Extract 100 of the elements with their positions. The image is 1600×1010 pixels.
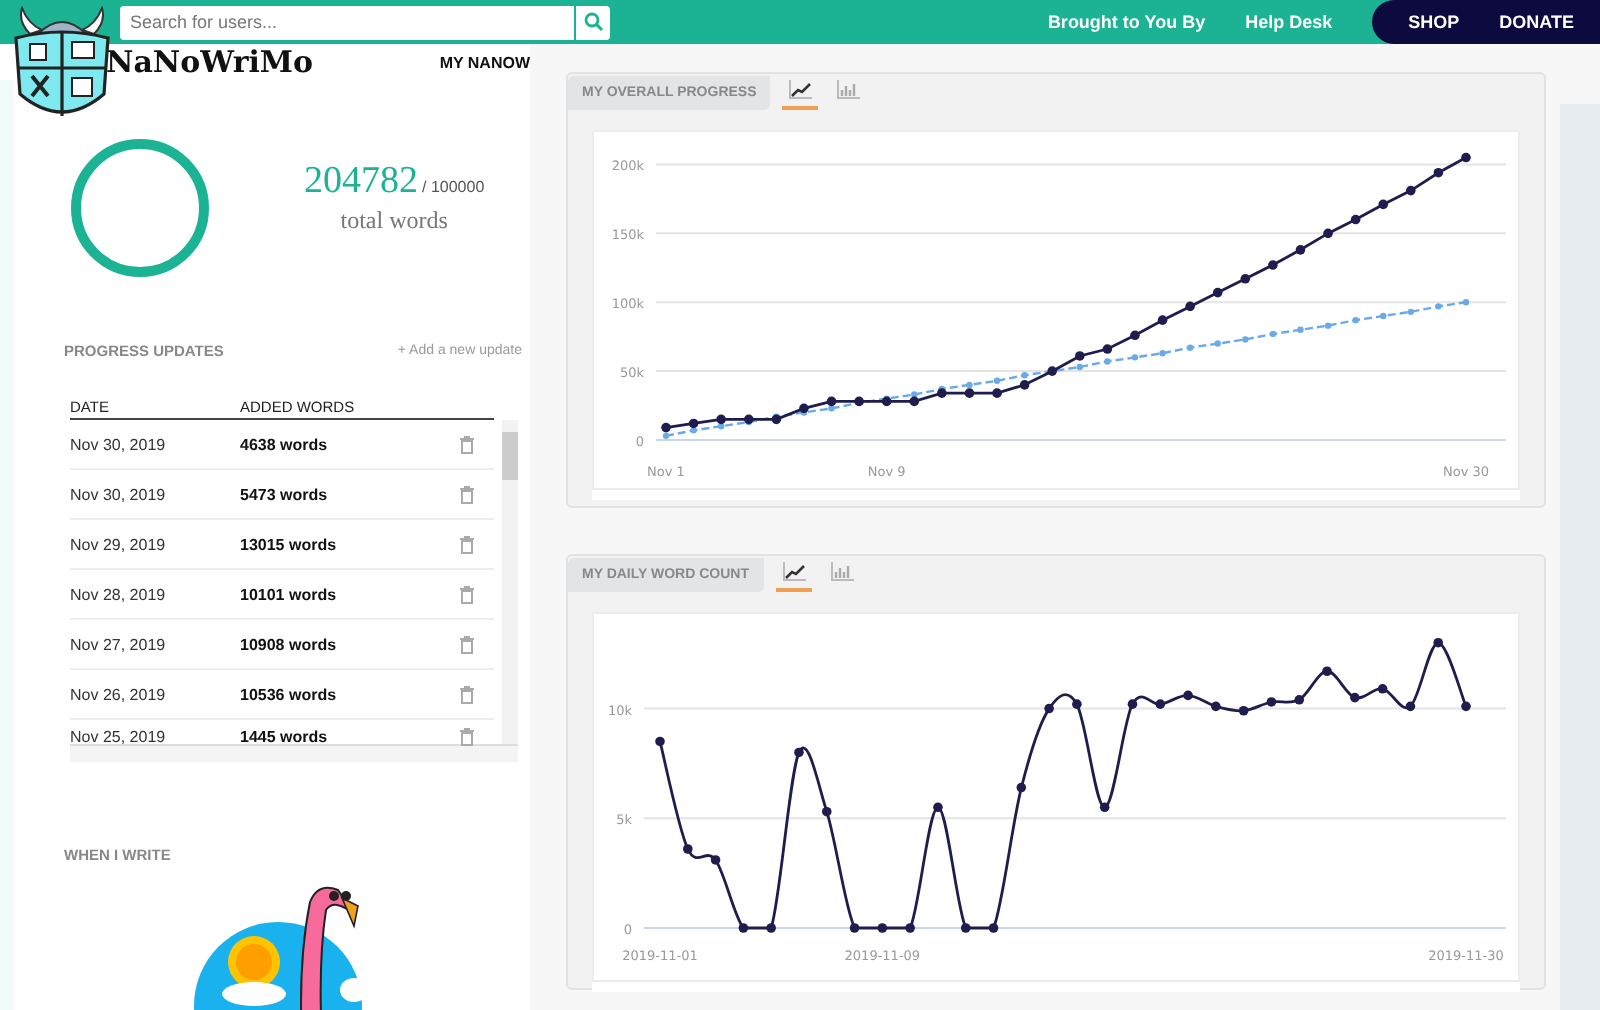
table-cell-text: 10536 words <box>240 685 339 703</box>
point <box>911 391 918 398</box>
point <box>849 923 860 933</box>
point <box>905 923 915 933</box>
point <box>1350 692 1360 703</box>
point <box>1214 340 1221 347</box>
point <box>1377 684 1388 694</box>
point <box>1104 358 1111 365</box>
point <box>821 806 832 817</box>
point <box>1266 697 1277 707</box>
point <box>1462 299 1470 306</box>
point <box>1021 372 1028 379</box>
table-cell-text: Nov 25, 2019 <box>70 727 168 745</box>
point <box>1461 152 1471 163</box>
point <box>1406 185 1416 196</box>
point <box>1269 330 1277 338</box>
point <box>877 923 888 933</box>
point <box>1294 694 1305 705</box>
point <box>1131 354 1139 361</box>
point <box>937 388 947 398</box>
point <box>1159 350 1166 357</box>
point <box>1433 637 1444 648</box>
table-cell-text: 13015 words <box>240 535 339 553</box>
point <box>1238 705 1249 716</box>
point <box>1044 703 1054 714</box>
point <box>1242 336 1249 343</box>
point <box>661 422 671 433</box>
point <box>964 388 975 398</box>
table-cell-text: 10101 words <box>240 585 339 603</box>
point <box>1435 303 1442 310</box>
point <box>828 405 835 412</box>
point <box>1378 199 1389 210</box>
point <box>933 802 943 813</box>
total-words-label: total words <box>340 206 448 236</box>
point <box>988 923 999 933</box>
point <box>1352 316 1359 324</box>
table-cell-text: Nov 28, 2019 <box>70 585 168 603</box>
point <box>1185 301 1195 312</box>
point <box>992 388 1002 398</box>
point <box>682 844 693 854</box>
point <box>909 396 920 407</box>
table-cell-text: Nov 29, 2019 <box>70 535 168 553</box>
point <box>710 855 721 865</box>
point <box>1019 380 1030 390</box>
point <box>799 403 809 414</box>
table-cell-text: Nov 30, 2019 <box>70 485 168 503</box>
point <box>1405 701 1416 712</box>
point <box>1183 690 1193 701</box>
point <box>1295 245 1306 255</box>
word-goal: / 100000 <box>422 178 485 196</box>
point <box>1350 214 1361 225</box>
table-cell-text: Nov 26, 2019 <box>70 685 168 703</box>
point <box>881 396 892 407</box>
point <box>1322 666 1332 677</box>
table-cell-text: 5473 words <box>240 485 330 503</box>
point <box>1074 351 1085 361</box>
point <box>1433 167 1444 178</box>
point <box>717 423 725 430</box>
point <box>1099 802 1110 813</box>
point <box>993 377 1001 384</box>
point <box>1072 699 1082 709</box>
point <box>690 427 697 434</box>
nav-link[interactable]: SHOP <box>1408 12 1460 32</box>
point <box>1186 344 1194 351</box>
point <box>716 414 726 425</box>
word-count: 204782 <box>304 160 418 202</box>
table-cell-text: 4638 words <box>240 435 330 453</box>
point <box>1212 287 1223 298</box>
point <box>688 418 699 429</box>
point <box>966 381 973 389</box>
point <box>738 923 749 933</box>
table-cell-text: Nov 30, 2019 <box>70 435 168 453</box>
point <box>1016 782 1027 793</box>
point <box>1240 274 1251 284</box>
point <box>1157 315 1168 325</box>
point <box>1380 312 1387 320</box>
point <box>1297 326 1304 333</box>
point <box>1076 363 1083 371</box>
point <box>960 923 971 933</box>
nav-link[interactable]: MY NANOW <box>439 53 530 71</box>
point <box>1102 344 1113 354</box>
point <box>1268 260 1278 270</box>
table-cell-text: 10908 words <box>240 635 339 653</box>
point <box>1324 322 1332 329</box>
table-cell-text: 1445 words <box>240 727 330 745</box>
table-cell-text: Nov 27, 2019 <box>70 635 168 653</box>
point <box>662 432 670 440</box>
point <box>1461 701 1471 712</box>
point <box>1155 699 1166 709</box>
point <box>766 923 776 933</box>
point <box>1323 228 1333 239</box>
point <box>1407 308 1415 316</box>
point <box>794 747 804 758</box>
search-field[interactable]: Search for users... <box>120 5 574 39</box>
point <box>1211 701 1221 712</box>
point <box>826 396 837 407</box>
brand-name[interactable]: NaNoWriMo <box>106 44 314 80</box>
nav-link[interactable]: DONATE <box>1499 12 1574 32</box>
point <box>1130 330 1140 341</box>
point <box>655 736 665 747</box>
